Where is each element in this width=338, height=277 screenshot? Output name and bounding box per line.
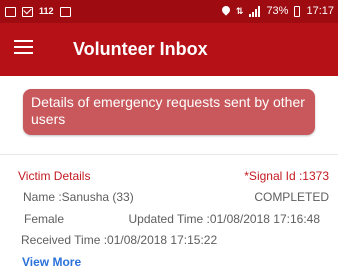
divider xyxy=(0,154,338,155)
status-label: COMPLETED xyxy=(254,190,329,204)
victim-details-heading: Victim Details xyxy=(18,169,91,183)
victim-gender: Female xyxy=(24,212,65,226)
notification-square-icon xyxy=(5,6,16,17)
victim-name: Name :Sanusha (33) xyxy=(23,190,134,204)
signal-id: *Signal Id :1373 xyxy=(244,169,329,183)
clock: 17:17 xyxy=(306,5,334,17)
info-banner-text: Details of emergency requests sent by ot… xyxy=(31,94,305,127)
received-time: Received Time :01/08/2018 17:15:22 xyxy=(21,233,218,247)
battery-icon xyxy=(294,6,301,17)
app-title: Volunteer Inbox xyxy=(73,39,208,59)
battery-percentage: 73% xyxy=(266,5,289,17)
view-more-link[interactable]: View More xyxy=(22,255,81,269)
app-bar: Volunteer Inbox xyxy=(0,23,338,76)
network-type-icon: ⇅ xyxy=(235,6,244,16)
location-icon xyxy=(222,6,230,17)
message-icon xyxy=(22,6,33,17)
info-banner: Details of emergency requests sent by ot… xyxy=(23,89,315,135)
status-bar: 112 ⇅ 73% 17:17 xyxy=(0,0,338,23)
image-icon xyxy=(59,6,71,17)
notification-badge-number: 112 xyxy=(39,6,54,16)
status-bar-system: ⇅ 73% 17:17 xyxy=(222,4,334,19)
signal-strength-icon xyxy=(249,6,261,17)
status-bar-notifications: 112 xyxy=(5,4,71,19)
hamburger-menu-icon[interactable] xyxy=(14,40,33,54)
updated-time: Updated Time :01/08/2018 17:16:48 xyxy=(128,212,320,226)
